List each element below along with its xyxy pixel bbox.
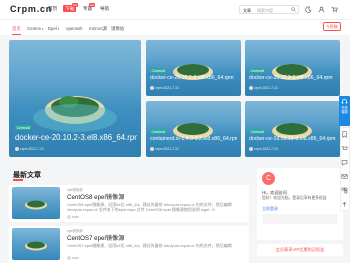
bookmark-icon[interactable] [341,131,348,138]
card-meta: crpm 2021-7-31 [249,147,278,152]
active-underline [12,34,21,35]
chevron-down-icon: ▾ [57,27,60,31]
card-title[interactable]: docker-ce-19.03.15-3.el8.x86_64.rpm [249,136,336,142]
login-button[interactable]: 立即登录 [262,206,278,212]
category-tag[interactable]: Centos8 [150,68,167,73]
avatar [67,256,71,261]
online-service-button[interactable]: 在线客服 [339,96,350,126]
card-meta: crpm 2021-7-31 [249,86,278,91]
cat-mirror-site[interactable]: 镜像站 [111,26,124,32]
author: crpm [155,147,163,151]
cat-centos-label: Centos [27,26,41,31]
cat-mirrors[interactable]: mirrors源 [89,26,107,32]
arrow-up-icon[interactable] [341,201,348,208]
vip-button[interactable]: 会员尊享VIP优惠购买权益 [257,244,343,256]
card-meta: crpm 2021-7-31 [150,86,179,91]
cat-epel-label: Epel [48,26,57,31]
date: 2021-7-31 [262,86,278,90]
search-type-select[interactable]: 文章 [243,8,251,14]
avatar: C [262,172,275,185]
cart-icon[interactable] [331,6,338,13]
date: 2021-7-31 [28,147,44,151]
avatar [67,215,71,220]
cat-openssh[interactable]: openssh [66,26,83,31]
featured-card[interactable]: Centos8 containerd.io-1.4.3-3.2.el8.x86_… [146,101,241,157]
avatar [15,147,19,152]
qrcode-icon[interactable] [341,187,348,194]
article-title[interactable]: CentOS8 epel镜像源 [67,192,124,201]
list-item[interactable]: epel镜像源 CentOS7 epel镜像源 CentOS7 epel镜像源，… [9,226,249,263]
list-item[interactable]: epel镜像源 CentOS8 epel镜像源 CentOS8 epel镜像源，… [9,185,249,222]
search-box[interactable]: 文章 搜索内容 [239,5,299,14]
featured-big-card[interactable]: Centos8 docker-ce-20.10.2-3.el8.x86_64.r… [9,40,141,157]
chevron-down-icon: ▾ [41,27,44,31]
author: crpm [20,147,28,151]
date: 2021-7-31 [262,147,278,151]
featured-card[interactable]: Centos8 docker-ce-20.10.2-3.el8.x86_64.r… [146,40,241,96]
article-excerpt: CentOS7 epel镜像源，适用64位 x86_64，建议先备份 /etc/… [67,243,232,248]
submit-post-label: 投稿 [329,24,338,29]
article-excerpt: CentOS8 epel镜像源，适用64位 x86_64，建议先备份 /etc/… [67,202,232,213]
article-author: crpm [67,215,80,220]
author: crpm [155,86,163,90]
nav-home[interactable]: 首页 [48,6,57,12]
cat-epel[interactable]: Epel▾ [48,26,59,31]
moon-icon[interactable] [305,6,312,13]
category-tag[interactable]: Centos8 [249,129,266,134]
avatar [150,147,154,152]
submit-post-button[interactable]: ✎投稿 [323,22,341,31]
article-thumbnail[interactable] [12,228,60,260]
hot-badge: hot [89,3,96,7]
author: crpm [72,256,80,260]
article-thumbnail[interactable] [12,187,60,219]
headset-icon [341,99,348,104]
featured-card[interactable]: Centos8 docker-ce-19.03.15-3.el8.x86_64.… [245,101,340,157]
float-toolbar [340,127,350,211]
category-nav: 首页 Centos▾ Epel▾ openssh mirrors源 镜像站 [0,19,350,35]
cat-centos[interactable]: Centos▾ [27,26,43,31]
card-title[interactable]: docker-ce-20.10.2-3.el8.x86_64.rpm [15,133,137,142]
user-panel: C Hi，欢迎访问 您好！欢迎光临，登录后享有更多权益 立即登录 [257,168,343,240]
author: crpm [254,86,262,90]
header: Crpm.cn 首页 下载 hot 专题 hot 导航 文章 搜索内容 [0,0,350,19]
article-title[interactable]: CentOS7 epel镜像源 [67,233,124,242]
mail-icon[interactable] [341,173,348,180]
avatar [150,86,154,91]
card-title[interactable]: docker-ce-20.10.2-3.el8.x86_64.rpm [150,75,237,81]
site-logo[interactable]: Crpm.cn [10,4,52,14]
chat-icon[interactable] [341,159,348,166]
category-tag[interactable]: Centos8 [15,125,32,130]
island-image [25,200,47,210]
category-tag[interactable]: Centos8 [249,68,266,73]
card-meta: crpm 2021-7-31 [150,147,179,152]
section-underline [13,179,23,181]
welcome-tip: 您好！欢迎光临，登录后享有更多权益 [262,196,327,200]
service-label: 在线客服 [341,106,348,114]
date: 2021-7-31 [163,147,179,151]
hot-badge: hot [72,3,79,7]
cat-home[interactable]: 首页 [12,26,21,32]
date: 2021-7-31 [163,86,179,90]
island-image [25,241,47,251]
user-icon[interactable] [318,6,325,13]
search-icon[interactable] [291,7,296,12]
author: crpm [254,147,262,151]
article-author: crpm [67,256,80,261]
author: crpm [72,215,80,219]
nav-navigation[interactable]: 导航 [100,6,109,12]
card-meta: crpm 2021-7-31 [15,147,44,152]
card-title[interactable]: docker-ce-20.10.2-3.el8.x86_64.rpm [249,75,336,81]
category-tag[interactable]: Centos8 [150,129,167,134]
avatar [249,86,253,91]
user-stats-bar [262,214,338,224]
cart-icon[interactable] [341,145,348,152]
search-input[interactable]: 搜索内容 [257,8,273,14]
featured-card[interactable]: Centos8 docker-ce-20.10.2-3.el8.x86_64.r… [245,40,340,96]
avatar [249,147,253,152]
card-title[interactable]: containerd.io-1.4.3-3.2.el8.x86_64.rpm [150,136,237,142]
